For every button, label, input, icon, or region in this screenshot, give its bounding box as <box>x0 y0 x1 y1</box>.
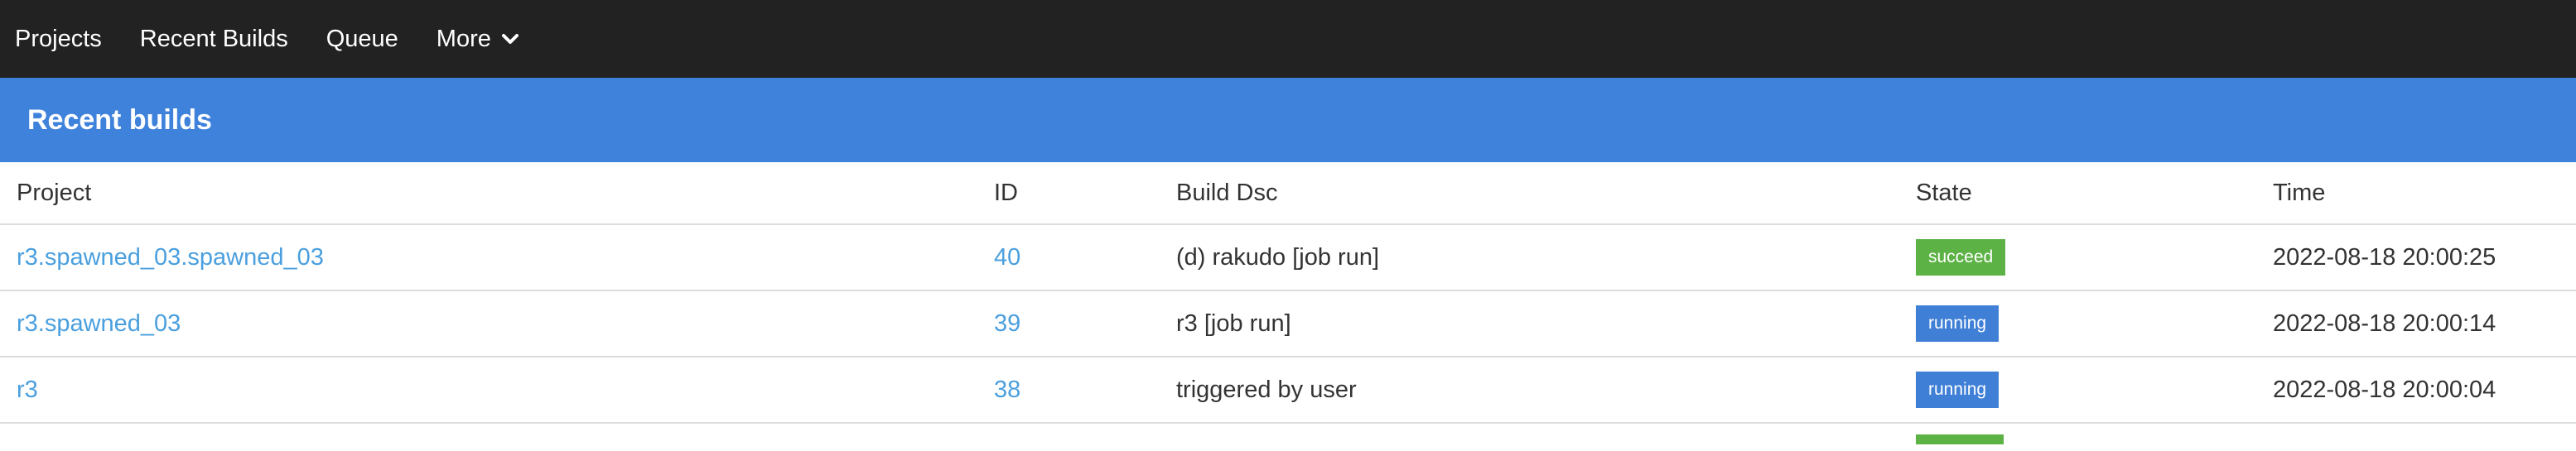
time-cell: 2022-08-18 20:00:14 <box>2256 290 2576 357</box>
top-navbar: Projects Recent Builds Queue More <box>0 0 2576 78</box>
table-row: r3.spawned_03 39 r3 [job run] running 20… <box>0 290 2576 357</box>
project-link[interactable]: r3 <box>17 377 38 403</box>
column-header-build-dsc: Build Dsc <box>1160 162 1899 225</box>
status-badge-succeed: succeed <box>1916 239 2006 276</box>
nav-queue[interactable]: Queue <box>326 26 398 53</box>
project-cell: r3.spawned_03.spawned_03 <box>0 224 977 291</box>
status-badge-running: running <box>1916 305 2000 342</box>
project-link[interactable]: r3.spawned_03 <box>17 310 181 337</box>
state-cell: succeed <box>1899 224 2256 291</box>
nav-more-label: More <box>436 25 491 52</box>
builds-table: Project ID Build Dsc State Time r3.spawn… <box>0 162 2576 451</box>
table-row-partial <box>0 423 2576 451</box>
page-header: Recent builds <box>0 78 2576 162</box>
id-cell: 38 <box>977 357 1160 424</box>
column-header-state: State <box>1899 162 2256 225</box>
project-cell: r3.spawned_03 <box>0 290 977 357</box>
chevron-down-icon <box>501 32 519 46</box>
column-header-time: Time <box>2256 162 2576 225</box>
state-cell: running <box>1899 290 2256 357</box>
build-desc-cell: (d) rakudo [job run] <box>1160 224 1899 291</box>
nav-more-dropdown[interactable]: More <box>437 26 519 53</box>
table-header-row: Project ID Build Dsc State Time <box>0 162 2576 225</box>
build-id-link[interactable]: 39 <box>994 310 1020 337</box>
build-id-link[interactable]: 40 <box>994 244 1020 271</box>
id-cell: 40 <box>977 224 1160 291</box>
page-title: Recent builds <box>27 103 212 136</box>
table-row: r3 38 triggered by user running 2022-08-… <box>0 357 2576 424</box>
build-id-link[interactable]: 38 <box>994 377 1020 403</box>
build-desc-cell: triggered by user <box>1160 357 1899 424</box>
nav-recent-builds[interactable]: Recent Builds <box>140 26 288 53</box>
state-cell <box>1899 423 2256 451</box>
time-cell: 2022-08-18 20:00:04 <box>2256 357 2576 424</box>
nav-projects[interactable]: Projects <box>15 26 102 53</box>
time-cell: 2022-08-18 20:00:25 <box>2256 224 2576 291</box>
state-cell: running <box>1899 357 2256 424</box>
build-desc-cell: r3 [job run] <box>1160 290 1899 357</box>
status-badge-running: running <box>1916 372 2000 408</box>
project-cell: r3 <box>0 357 977 424</box>
table-row: r3.spawned_03.spawned_03 40 (d) rakudo [… <box>0 224 2576 291</box>
id-cell: 39 <box>977 290 1160 357</box>
column-header-id: ID <box>977 162 1160 225</box>
project-link[interactable]: r3.spawned_03.spawned_03 <box>17 244 324 271</box>
column-header-project: Project <box>0 162 977 225</box>
status-badge-cropped <box>1916 434 2004 444</box>
